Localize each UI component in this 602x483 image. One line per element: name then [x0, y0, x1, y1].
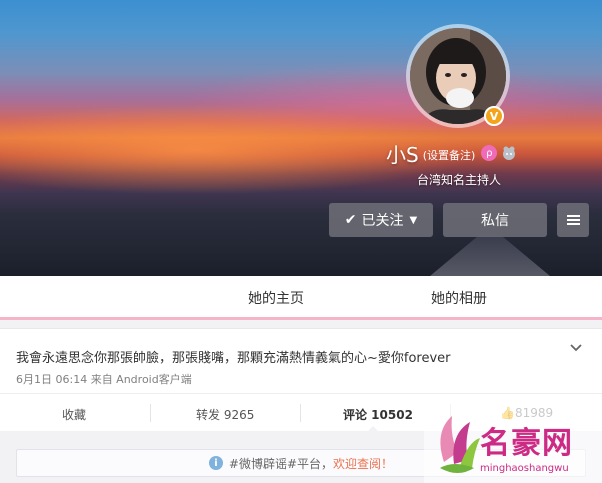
check-icon: ✔ — [344, 212, 357, 228]
menu-icon — [566, 213, 580, 227]
chevron-down-icon[interactable] — [569, 341, 583, 355]
favorite-button[interactable]: 收藏 — [62, 406, 86, 423]
level-icon[interactable] — [501, 145, 517, 161]
more-menu-button[interactable] — [557, 203, 589, 237]
profile-name: 小S — [386, 142, 419, 167]
tab-album[interactable]: 她的相册 — [431, 288, 487, 308]
following-label: 已关注 — [361, 213, 404, 229]
watermark-text: 名豪网 — [480, 426, 573, 461]
comment-pointer — [367, 426, 379, 432]
set-remark-link[interactable]: (设置备注) — [423, 147, 476, 163]
info-icon: i — [208, 456, 223, 470]
caret-down-icon: ▼ — [409, 214, 418, 226]
profile-name-row: 小S (设置备注) ρ — [386, 140, 517, 167]
message-button[interactable]: 私信 — [443, 203, 547, 237]
following-button[interactable]: ✔ 已关注 ▼ — [329, 203, 433, 237]
forward-button[interactable]: 转发 9265 — [196, 406, 254, 423]
tab-home[interactable]: 她的主页 — [248, 288, 304, 308]
notice-link[interactable]: 欢迎查阅！ — [333, 455, 393, 472]
divider — [300, 404, 301, 422]
watermark-url: minghaoshangwu — [480, 463, 569, 474]
divider — [150, 404, 151, 422]
post-meta: 6月1日 06:14 来自 Android客户端 — [16, 373, 192, 386]
verified-badge-icon: V — [484, 106, 504, 126]
notice-text: #微博辟谣#平台， — [228, 456, 334, 471]
profile-tabs: 她的主页 她的相册 — [0, 276, 602, 320]
message-label: 私信 — [481, 213, 509, 229]
comment-button[interactable]: 评论 10502 — [343, 406, 413, 423]
post-text: 我會永遠思念你那張帥臉，那張賤嘴，那顆充滿熱情義氣的心~愛你forever — [16, 351, 451, 366]
member-icon[interactable]: ρ — [481, 145, 498, 161]
profile-description: 台湾知名主持人 — [417, 173, 502, 187]
